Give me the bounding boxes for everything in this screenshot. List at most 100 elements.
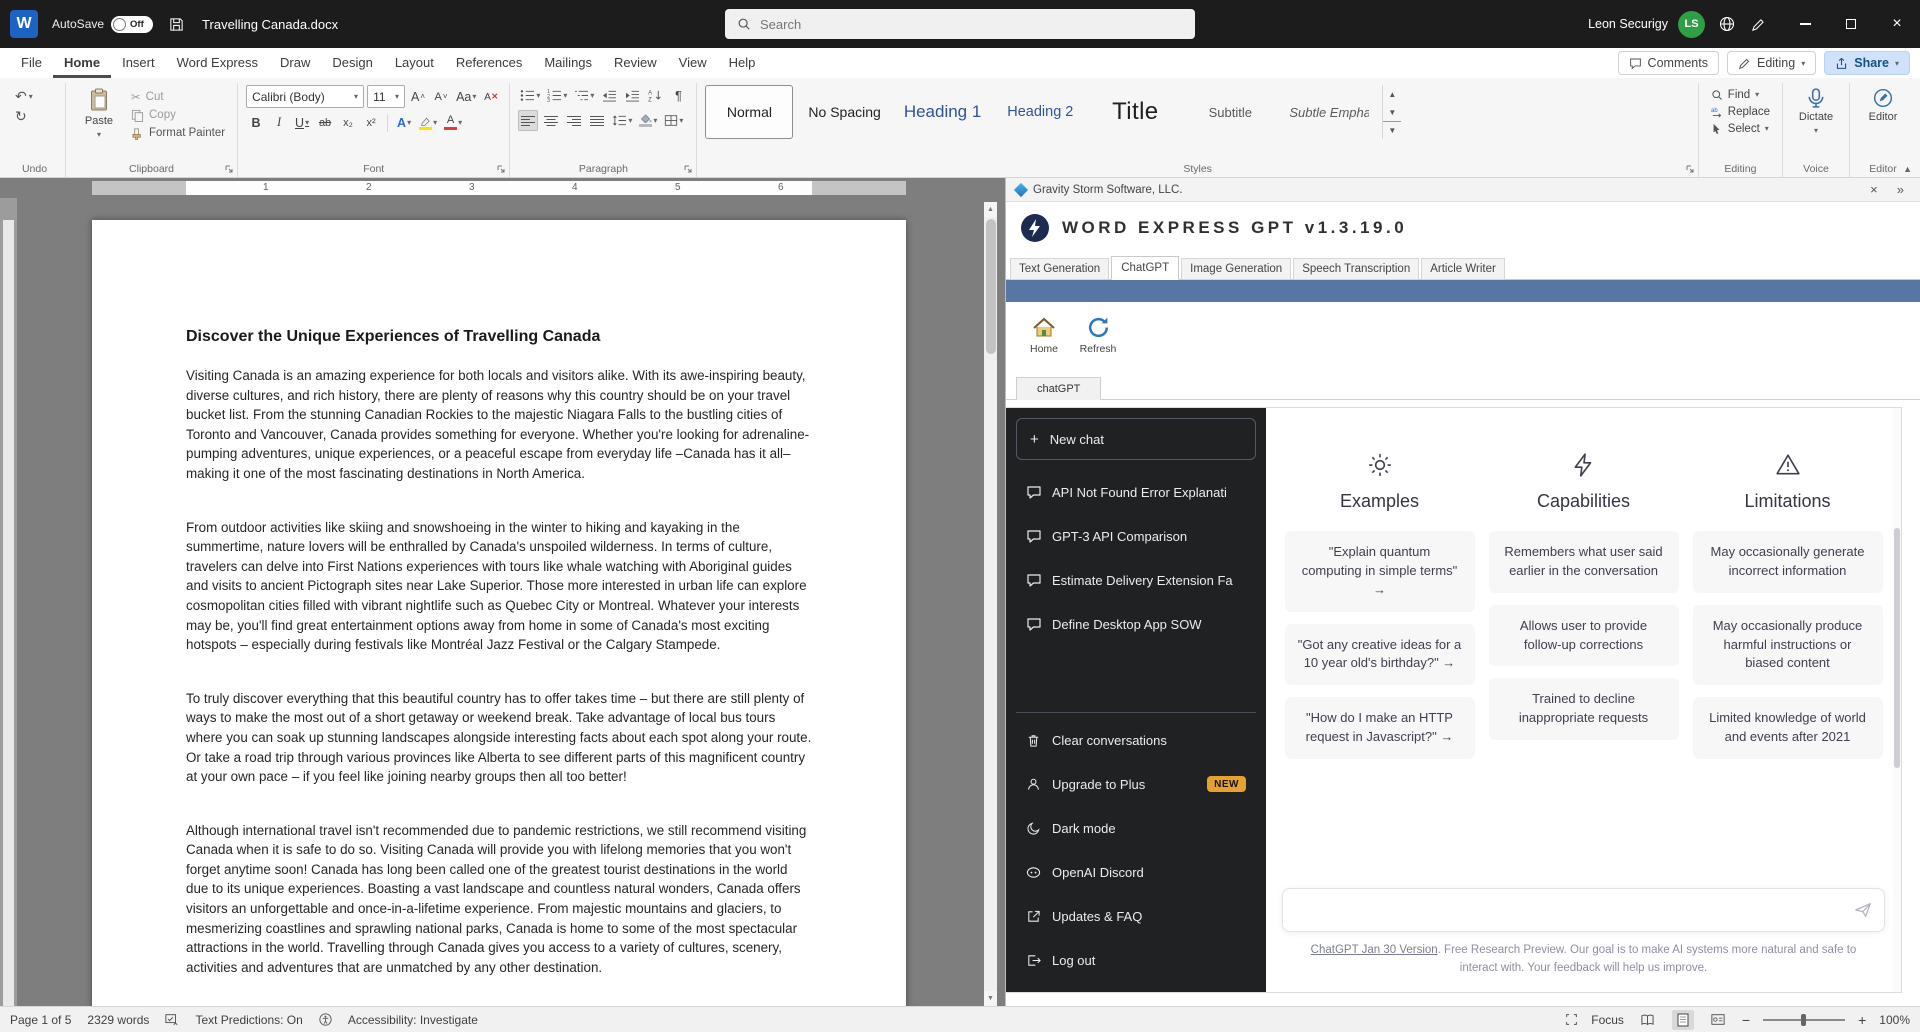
style-normal[interactable]: Normal — [705, 85, 794, 139]
conversation-item[interactable]: API Not Found Error Explanati — [1016, 470, 1256, 514]
proofing-icon[interactable] — [165, 1013, 179, 1026]
font-dialog-launcher-icon[interactable] — [496, 164, 506, 174]
grow-font-button[interactable]: A ˄ — [408, 86, 428, 107]
addin-close-icon[interactable]: × — [1864, 182, 1884, 197]
conversation-item[interactable]: Define Desktop App SOW — [1016, 602, 1256, 646]
scrollbar-thumb[interactable] — [985, 219, 996, 354]
menu-tab-review[interactable]: Review — [603, 48, 668, 78]
font-color-button[interactable]: A ▾ — [442, 112, 464, 133]
tab-speech-transcription[interactable]: Speech Transcription — [1293, 258, 1420, 280]
dark-mode-item[interactable]: Dark mode — [1016, 806, 1256, 850]
numbered-list-button[interactable]: 1 2 3 ▾ — [545, 85, 569, 106]
style-heading-1[interactable]: Heading 1 — [896, 85, 990, 139]
autosave-toggle[interactable]: Off — [111, 15, 154, 33]
menu-tab-mailings[interactable]: Mailings — [533, 48, 603, 78]
style-title[interactable]: Title — [1091, 85, 1179, 139]
chat-input[interactable] — [1295, 902, 1854, 919]
font-size-combo[interactable]: 11 ▾ — [367, 85, 406, 108]
editor-button[interactable]: Editor — [1858, 85, 1908, 126]
menu-tab-file[interactable]: File — [10, 48, 53, 78]
zoom-slider[interactable] — [1763, 1013, 1846, 1026]
vertical-ruler[interactable] — [0, 198, 17, 1006]
scroll-up-icon[interactable]: ▲ — [984, 202, 997, 217]
zoom-in-button[interactable]: + — [1858, 1012, 1866, 1028]
change-case-button[interactable]: Aa ▾ — [454, 86, 478, 107]
menu-tab-insert[interactable]: Insert — [111, 48, 166, 78]
accessibility-status[interactable]: Accessibility: Investigate — [348, 1013, 478, 1027]
menu-tab-word-express[interactable]: Word Express — [166, 48, 269, 78]
share-button[interactable]: Share ▾ — [1824, 51, 1910, 75]
document-page[interactable]: Discover the Unique Experiences of Trave… — [92, 220, 906, 1006]
example-card[interactable]: "Explain quantum computing in simple ter… — [1284, 531, 1475, 612]
example-card[interactable]: "Got any creative ideas for a 10 year ol… — [1284, 623, 1475, 686]
new-chat-button[interactable]: + New chat — [1016, 418, 1256, 460]
comments-button[interactable]: Comments — [1617, 51, 1719, 75]
tab-chatgpt[interactable]: ChatGPT — [1111, 256, 1180, 280]
avatar[interactable]: LS — [1678, 10, 1705, 38]
openai-discord-item[interactable]: OpenAI Discord — [1016, 850, 1256, 894]
italic-button[interactable]: I — [269, 112, 289, 133]
tab-text-generation[interactable]: Text Generation — [1010, 258, 1110, 280]
style-no-spacing[interactable]: No Spacing — [800, 85, 888, 139]
bullet-list-button[interactable]: ▾ — [518, 85, 542, 106]
increase-indent-button[interactable] — [622, 85, 642, 106]
clipboard-dialog-launcher-icon[interactable] — [224, 164, 234, 174]
shrink-font-button[interactable]: A ˅ — [431, 86, 451, 107]
borders-button[interactable]: ▾ — [662, 110, 685, 131]
text-effects-button[interactable]: A ▾ — [394, 112, 414, 133]
horizontal-ruler[interactable]: 1 2 3 4 5 6 — [0, 178, 1005, 198]
redo-button[interactable]: ↻ — [12, 108, 57, 125]
menu-tab-layout[interactable]: Layout — [384, 48, 445, 78]
menu-tab-references[interactable]: References — [445, 48, 533, 78]
style-subtle-emphasis[interactable]: Subtle Emphasis — [1281, 85, 1369, 139]
undo-button[interactable]: ↶ ▾ — [12, 88, 57, 105]
font-name-combo[interactable]: Calibri (Body) ▾ — [246, 85, 365, 108]
justify-button[interactable] — [587, 110, 607, 131]
style-heading-2[interactable]: Heading 2 — [996, 85, 1084, 139]
send-icon[interactable] — [1854, 901, 1872, 919]
find-button[interactable]: Find ▾ — [1707, 87, 1774, 102]
styles-dialog-launcher-icon[interactable] — [1685, 164, 1695, 174]
menu-tab-view[interactable]: View — [668, 48, 718, 78]
line-spacing-button[interactable]: ▾ — [610, 110, 634, 131]
window-minimize-button[interactable] — [1782, 0, 1828, 48]
styles-expand-icon[interactable]: ▼ — [1383, 121, 1402, 139]
upgrade-to-plus-item[interactable]: Upgrade to Plus NEW — [1016, 762, 1256, 806]
collapse-ribbon-icon[interactable]: ▲ — [1903, 164, 1912, 174]
decrease-indent-button[interactable] — [599, 85, 619, 106]
strikethrough-button[interactable]: ab — [315, 112, 335, 133]
sort-button[interactable]: AZ — [645, 85, 665, 106]
replace-button[interactable]: ab Replace — [1707, 104, 1774, 119]
addin-popout-icon[interactable]: » — [1891, 182, 1910, 197]
conversation-item[interactable]: Estimate Delivery Extension Fa — [1016, 558, 1256, 602]
document-title[interactable]: Travelling Canada.docx — [202, 17, 338, 32]
dictate-button[interactable]: Dictate ▾ — [1791, 85, 1841, 138]
read-mode-icon[interactable] — [1637, 1010, 1659, 1030]
page-indicator[interactable]: Page 1 of 5 — [10, 1013, 71, 1027]
select-button[interactable]: Select ▾ — [1707, 121, 1774, 136]
window-close-button[interactable]: × — [1874, 0, 1920, 48]
highlight-button[interactable]: ▾ — [417, 112, 439, 133]
save-icon[interactable] — [169, 17, 184, 32]
superscript-button[interactable]: x² — [361, 112, 381, 133]
copy-button[interactable]: Copy — [127, 107, 229, 123]
cut-button[interactable]: ✂ Cut — [127, 88, 229, 105]
align-left-button[interactable] — [518, 110, 539, 131]
pilcrow-button[interactable]: ¶ — [668, 85, 688, 106]
chat-input-bar[interactable] — [1282, 888, 1885, 933]
search-box[interactable] — [725, 9, 1195, 39]
refresh-button[interactable]: Refresh — [1074, 315, 1122, 355]
align-right-button[interactable] — [564, 110, 584, 131]
editing-mode-button[interactable]: Editing ▾ — [1726, 51, 1817, 75]
tab-image-generation[interactable]: Image Generation — [1181, 258, 1292, 280]
word-count[interactable]: 2329 words — [87, 1013, 149, 1027]
subscript-button[interactable]: x₂ — [338, 112, 358, 133]
scrollbar-track[interactable] — [984, 217, 997, 991]
text-predictions[interactable]: Text Predictions: On — [195, 1013, 302, 1027]
search-input[interactable] — [760, 16, 1183, 32]
multilevel-list-button[interactable]: ▾ — [572, 85, 596, 106]
web-layout-icon[interactable] — [1707, 1010, 1729, 1030]
document-scrollbar[interactable]: ▲ ▼ — [984, 202, 997, 1006]
globe-icon[interactable] — [1719, 16, 1735, 32]
sheet-tab-chatgpt[interactable]: chatGPT — [1016, 377, 1102, 400]
